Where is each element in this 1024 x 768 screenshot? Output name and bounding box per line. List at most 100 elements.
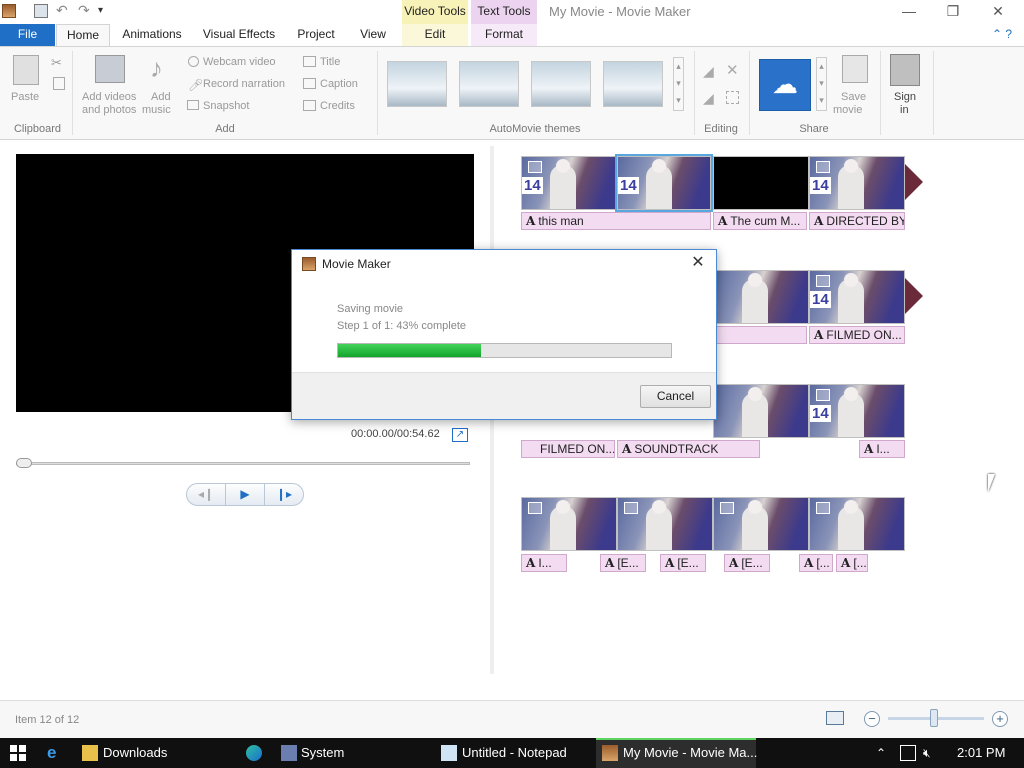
save-movie-icon[interactable]: [842, 55, 868, 83]
title-button[interactable]: Title: [320, 56, 340, 69]
onedrive-icon[interactable]: ☁: [759, 59, 811, 111]
video-clip[interactable]: 14: [615, 154, 713, 212]
seek-bar[interactable]: [16, 462, 470, 465]
clock[interactable]: 2:01 PM: [957, 745, 1005, 760]
video-clip[interactable]: [713, 384, 809, 438]
cancel-button[interactable]: Cancel: [640, 385, 711, 408]
save-movie-button[interactable]: Save: [841, 91, 866, 104]
restore-button[interactable]: ❐: [938, 2, 968, 22]
video-clip[interactable]: [521, 497, 617, 551]
video-clip[interactable]: 14: [521, 156, 617, 210]
record-narration-button[interactable]: Record narration: [203, 78, 285, 91]
caption-bar[interactable]: A [E...: [600, 554, 646, 572]
caption-bar[interactable]: A FILMED ON...: [809, 326, 905, 344]
edge-icon[interactable]: e: [47, 744, 63, 761]
caption-bar[interactable]: A [...: [836, 554, 868, 572]
separator: [749, 51, 750, 135]
snapshot-button[interactable]: Snapshot: [203, 100, 249, 113]
video-clip[interactable]: [617, 497, 713, 551]
webcam-video-button[interactable]: Webcam video: [203, 56, 276, 69]
taskbar-system[interactable]: System: [301, 738, 344, 768]
network-icon[interactable]: [900, 745, 916, 761]
tab-visual-effects[interactable]: Visual Effects: [198, 24, 280, 46]
zoom-slider-thumb[interactable]: [930, 709, 938, 727]
tab-project[interactable]: Project: [290, 24, 342, 46]
edge-chromium-icon[interactable]: [246, 745, 262, 761]
music-note-icon[interactable]: ♪: [150, 53, 163, 84]
sign-in-button[interactable]: Sign: [894, 91, 916, 104]
caption-bar[interactable]: A SOUNDTRACK: [617, 440, 760, 458]
tab-edit[interactable]: Edit: [402, 24, 468, 46]
save-icon[interactable]: [34, 4, 48, 18]
zoom-out-button[interactable]: −: [864, 711, 880, 727]
video-clip[interactable]: [713, 270, 809, 324]
black-clip[interactable]: [713, 156, 809, 210]
help-icon[interactable]: ⌃ ?: [984, 24, 1020, 46]
cut-icon[interactable]: ✂: [51, 55, 62, 71]
caption-bar[interactable]: FILMED ON...: [521, 440, 615, 458]
next-frame-button[interactable]: ❙▸: [265, 484, 303, 505]
caption-bar[interactable]: A I...: [859, 440, 905, 458]
select-all-icon[interactable]: [726, 91, 739, 104]
video-clip[interactable]: 14: [809, 156, 905, 210]
dialog-close-button[interactable]: ✕: [688, 253, 708, 273]
caption-bar[interactable]: A DIRECTED BY: [809, 212, 905, 230]
video-clip[interactable]: 14: [809, 384, 905, 438]
storyboard-view-icon[interactable]: [826, 711, 844, 725]
tab-view[interactable]: View: [352, 24, 394, 46]
caption-bar[interactable]: A [E...: [724, 554, 770, 572]
caption-bar[interactable]: Athis man: [521, 212, 711, 230]
paste-button[interactable]: Paste: [11, 91, 39, 104]
caption-bar[interactable]: A I...: [521, 554, 567, 572]
undo-icon[interactable]: ↶: [56, 3, 70, 18]
add-music-button[interactable]: Add: [151, 91, 171, 104]
tab-animations[interactable]: Animations: [116, 24, 188, 46]
taskbar-movie-maker[interactable]: My Movie - Movie Ma...: [623, 738, 757, 768]
add-videos-button[interactable]: Add videos: [82, 91, 136, 104]
taskbar-notepad[interactable]: Untitled - Notepad: [462, 738, 567, 768]
window-title: My Movie - Movie Maker: [549, 4, 691, 19]
paste-icon[interactable]: [13, 55, 39, 85]
tab-format[interactable]: Format: [471, 24, 537, 46]
theme-thumbnail[interactable]: [387, 61, 447, 107]
caption-bar[interactable]: [713, 326, 807, 344]
customize-toolbar-icon[interactable]: ▾: [98, 4, 112, 18]
caption-bar[interactable]: A [...: [799, 554, 833, 572]
caption-bar[interactable]: A [E...: [660, 554, 706, 572]
theme-thumbnail[interactable]: [603, 61, 663, 107]
close-button[interactable]: ✕: [983, 2, 1013, 22]
system-icon: [281, 745, 297, 761]
zoom-in-button[interactable]: +: [992, 711, 1008, 727]
jersey-number: 14: [810, 291, 831, 308]
windows-start-icon[interactable]: [10, 745, 26, 761]
share-scroll-icon[interactable]: ▴ ▾ ▾: [816, 57, 827, 111]
rotate-left-icon[interactable]: ◢: [703, 63, 714, 80]
credits-button[interactable]: Credits: [320, 100, 355, 113]
video-clip[interactable]: [809, 497, 905, 551]
tab-home[interactable]: Home: [56, 24, 110, 46]
tab-file[interactable]: File: [0, 24, 55, 46]
video-clip[interactable]: [713, 497, 809, 551]
video-clip[interactable]: 14: [809, 270, 905, 324]
theme-thumbnail[interactable]: [531, 61, 591, 107]
redo-icon[interactable]: ↷: [78, 3, 92, 18]
play-button[interactable]: ▶: [225, 484, 265, 505]
user-icon[interactable]: [890, 54, 920, 86]
seek-thumb[interactable]: [16, 458, 32, 468]
rotate-right-icon[interactable]: ◢: [703, 90, 714, 107]
themes-scroll-icon[interactable]: ▴ ▾ ▾: [673, 57, 684, 111]
add-videos-icon[interactable]: [95, 55, 125, 83]
remove-icon[interactable]: ✕: [726, 61, 739, 79]
copy-icon[interactable]: [53, 77, 65, 90]
volume-icon[interactable]: 🔇︎: [923, 745, 939, 761]
previous-frame-button[interactable]: ◂❙: [187, 484, 225, 505]
caption-button[interactable]: Caption: [320, 78, 358, 91]
minimize-button[interactable]: —: [894, 2, 924, 22]
chevron-up-icon[interactable]: ⌃: [876, 745, 892, 761]
theme-thumbnail[interactable]: [459, 61, 519, 107]
taskbar-downloads[interactable]: Downloads: [103, 738, 167, 768]
caption-bar[interactable]: A The cum M...: [713, 212, 807, 230]
title-icon: [303, 56, 316, 67]
fullscreen-icon[interactable]: ↗: [452, 428, 468, 442]
mouse-cursor-icon: [988, 474, 995, 492]
